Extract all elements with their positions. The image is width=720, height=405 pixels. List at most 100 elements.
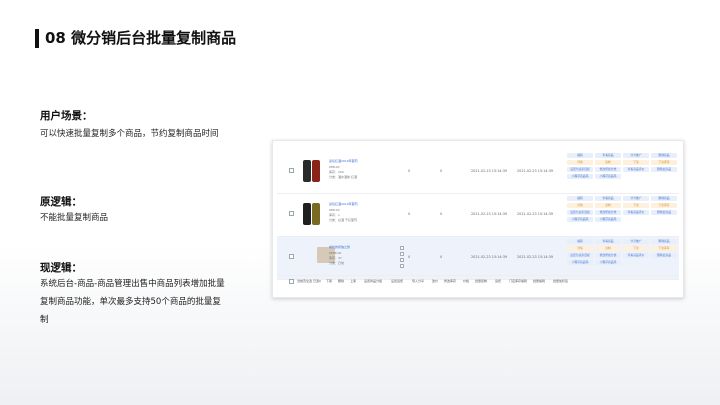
batch-freight-button[interactable]: 设置运费 — [391, 279, 403, 283]
action-category-button[interactable]: 修改所属分类 — [595, 210, 621, 215]
action-mini-code-button[interactable]: 小程序商品码 — [567, 260, 593, 265]
action-mini-code-button[interactable]: 小程序商品码 — [567, 174, 593, 179]
action-stock-button[interactable]: 下架库存 — [651, 246, 677, 251]
product-name-link[interactable]: 蓝莓红酒2019年葡萄 — [329, 202, 358, 206]
action-copy-button[interactable]: 复制 — [595, 203, 621, 208]
action-pickup-button[interactable]: 设置为卖家自提 — [567, 167, 593, 172]
action-stock-button[interactable]: 下架库存 — [651, 203, 677, 208]
row-actions: 编辑 查看商品 分享推广 删除商品 详情 复制 下架 下架库存 设置为卖家自提 … — [567, 196, 679, 222]
created-time: 2021-02-23 15:14:39 — [471, 255, 508, 259]
action-detail-button[interactable]: 详情 — [567, 203, 593, 208]
product-stock: 库存：200 — [329, 170, 344, 174]
action-view-button[interactable]: 查看商品 — [595, 239, 621, 244]
batch-shipping-button[interactable]: 运费 — [495, 279, 501, 283]
select-all-label[interactable]: 当前页全选 已选0 — [297, 279, 321, 283]
visit-count: 0 — [440, 169, 443, 173]
action-detail-button[interactable]: 详情 — [567, 160, 593, 165]
action-edit-button[interactable]: 编辑 — [567, 239, 593, 244]
batch-delete-button[interactable]: 删除 — [338, 279, 344, 283]
action-edit-button[interactable]: 编辑 — [567, 153, 593, 158]
action-remove-button[interactable]: 删除此商品 — [651, 210, 677, 215]
action-remove-button[interactable]: 删除此商品 — [651, 167, 677, 172]
table-row[interactable]: 蓝莓红酒2019年葡萄 ¥88.00 库存：200 分类：酒水酒类 红酒 0 0… — [277, 151, 679, 194]
action-pickup-button[interactable]: 设置为卖家自提 — [567, 210, 593, 215]
product-thumbnail — [303, 160, 311, 182]
updated-time: 2021-02-23 15:14:39 — [517, 255, 554, 259]
action-category-button[interactable]: 修改所属分类 — [595, 253, 621, 258]
action-mini-code-button[interactable]: 小程序商品码 — [595, 217, 621, 222]
sales-count: 0 — [408, 212, 411, 216]
batch-store-stock-button[interactable]: 门店库存编辑 — [509, 279, 527, 283]
action-copy-button[interactable]: 复制 — [595, 246, 621, 251]
action-offshelf-button[interactable]: 下架 — [623, 246, 649, 251]
product-price: ¥88.00 — [329, 208, 340, 212]
product-thumbnail — [312, 203, 320, 225]
action-view-button[interactable]: 查看商品 — [595, 153, 621, 158]
row-actions: 编辑 查看商品 分享推广 删除商品 详情 复制 下架 下架库存 设置为卖家自提 … — [567, 239, 679, 265]
batch-stock-button[interactable]: 修改库存 — [444, 279, 456, 283]
batch-price-button[interactable]: 改价 — [432, 279, 438, 283]
action-delete-button[interactable]: 删除商品 — [651, 239, 677, 244]
product-stock: 库存：1 — [329, 213, 340, 217]
page-title: 08 微分销后台批量复制商品 — [45, 29, 237, 47]
product-category: 分类：白酒 干红葡萄 — [329, 218, 357, 222]
user-scene-heading: 用户场景： — [40, 110, 93, 122]
action-stock-button[interactable]: 下架库存 — [651, 160, 677, 165]
created-time: 2021-02-23 15:14:39 — [471, 169, 508, 173]
action-reviews-button[interactable]: 查看商品评价 — [623, 253, 649, 258]
action-mini-code-button[interactable]: 小程序商品码 — [595, 260, 621, 265]
table-row[interactable]: 成长的烦恼之旅 ¥688.00 库存：37 分类：日常 0 0 2021-02-… — [277, 237, 679, 280]
updated-time: 2021-02-23 15:14:39 — [517, 169, 554, 173]
action-delete-button[interactable]: 删除商品 — [651, 196, 677, 201]
batch-offshelf-button[interactable]: 下架 — [326, 279, 332, 283]
action-copy-button[interactable]: 复制 — [595, 160, 621, 165]
visit-count: 0 — [440, 212, 443, 216]
select-all-checkbox[interactable] — [289, 279, 294, 284]
action-offshelf-button[interactable]: 下架 — [623, 203, 649, 208]
action-reviews-button[interactable]: 查看商品评价 — [623, 210, 649, 215]
product-thumbnail — [303, 203, 311, 225]
action-remove-button[interactable]: 删除此商品 — [651, 253, 677, 258]
action-offshelf-button[interactable]: 下架 — [623, 160, 649, 165]
admin-product-list-screenshot: 蓝莓红酒2019年葡萄 ¥88.00 库存：200 分类：酒水酒类 红酒 0 0… — [272, 140, 684, 298]
visit-count: 0 — [440, 255, 443, 259]
batch-group-button[interactable]: 设置商品分组 — [364, 279, 382, 283]
action-share-button[interactable]: 分享推广 — [623, 239, 649, 244]
created-time: 2021-02-23 15:14:39 — [471, 212, 508, 216]
row-checkbox[interactable] — [289, 211, 294, 216]
sales-count: 0 — [408, 255, 411, 259]
product-name-link[interactable]: 成长的烦恼之旅 — [329, 245, 350, 249]
product-category: 分类：酒水酒类 红酒 — [329, 175, 357, 179]
option-checkbox[interactable] — [400, 264, 404, 268]
batch-edit-button[interactable]: 批量编辑 — [533, 279, 545, 283]
new-logic-heading: 现逻辑： — [40, 262, 82, 274]
action-reviews-button[interactable]: 查看商品评价 — [623, 167, 649, 172]
action-mini-code-button[interactable]: 小程序商品码 — [567, 217, 593, 222]
product-stock: 库存：37 — [329, 256, 342, 260]
action-detail-button[interactable]: 详情 — [567, 246, 593, 251]
option-checkbox[interactable] — [400, 258, 404, 262]
batch-action-bar: 当前页全选 已选0 下架 删除 上架 设置商品分组 设置运费 导入分享 改价 修… — [277, 275, 679, 285]
user-scene-text: 可以快速批量复制多个商品，节约复制商品时间 — [40, 129, 219, 139]
action-share-button[interactable]: 分享推广 — [623, 196, 649, 201]
table-row[interactable]: 蓝莓红酒2019年葡萄 ¥88.00 库存：1 分类：白酒 干红葡萄 0 0 2… — [277, 194, 679, 237]
product-price: ¥688.00 — [329, 251, 342, 255]
product-price: ¥88.00 — [329, 165, 340, 169]
action-view-button[interactable]: 查看商品 — [595, 196, 621, 201]
action-share-button[interactable]: 分享推广 — [623, 153, 649, 158]
action-edit-button[interactable]: 编辑 — [567, 196, 593, 201]
batch-price-value-button[interactable]: 价格 — [463, 279, 469, 283]
row-checkbox[interactable] — [289, 254, 294, 259]
option-checkbox[interactable] — [400, 246, 404, 250]
action-category-button[interactable]: 修改所属分类 — [595, 167, 621, 172]
batch-copy-button[interactable]: 批量复制 — [475, 279, 487, 283]
product-name-link[interactable]: 蓝莓红酒2019年葡萄 — [329, 159, 358, 163]
row-checkbox[interactable] — [289, 168, 294, 173]
action-pickup-button[interactable]: 设置为卖家自提 — [567, 253, 593, 258]
batch-tag-button[interactable]: 批量加标签 — [553, 279, 568, 283]
batch-onshelf-button[interactable]: 上架 — [350, 279, 356, 283]
batch-import-share-button[interactable]: 导入分享 — [412, 279, 424, 283]
action-delete-button[interactable]: 删除商品 — [651, 153, 677, 158]
action-mini-code-button[interactable]: 小程序商品码 — [595, 174, 621, 179]
option-checkbox[interactable] — [400, 252, 404, 256]
